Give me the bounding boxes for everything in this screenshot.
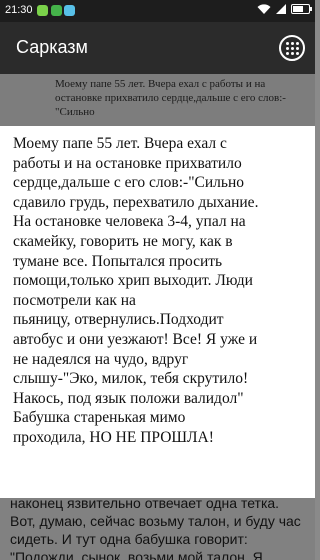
grid-menu-icon[interactable] bbox=[279, 35, 305, 61]
wifi-icon bbox=[257, 4, 271, 14]
notification-icon bbox=[64, 5, 75, 16]
app-toolbar: Сарказм bbox=[0, 22, 315, 74]
page-title: Сарказм bbox=[16, 37, 88, 57]
notification-icon bbox=[51, 5, 62, 16]
joke-full-text: Моему папе 55 лет. Вчера ехал с работы и… bbox=[13, 135, 259, 446]
signal-icon bbox=[276, 4, 286, 14]
notification-icon bbox=[37, 5, 48, 16]
status-time: 21:30 bbox=[5, 4, 33, 16]
battery-icon bbox=[291, 4, 312, 14]
status-bar: 21:30 bbox=[0, 0, 315, 22]
joke-popup: Моему папе 55 лет. Вчера ехал с работы и… bbox=[0, 126, 315, 498]
status-indicators bbox=[257, 3, 312, 15]
